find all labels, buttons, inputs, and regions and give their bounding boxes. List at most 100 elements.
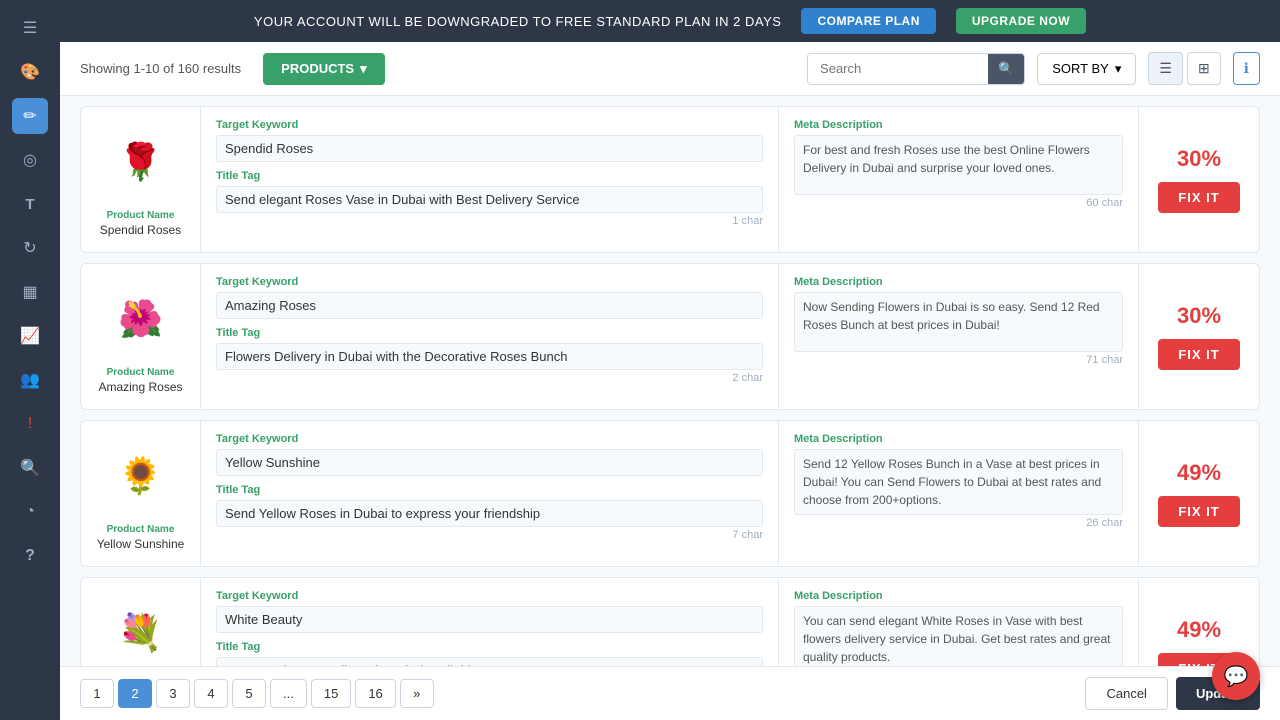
page-button[interactable]: 5 — [232, 679, 266, 708]
product-name-label: Product Name — [107, 524, 175, 535]
product-image-col: 🌻 Product Name Yellow Sunshine — [81, 421, 201, 566]
sidebar-item-chart[interactable]: 📈 — [12, 318, 48, 354]
title-char-count: 1 char — [216, 215, 763, 227]
product-score-col: 30% FIX IT — [1139, 107, 1259, 252]
sidebar: ☰ 🎨 ✏ ◎ T ↻ ▦ 📈 👥 ! 🔍 ◔ ? — [0, 0, 60, 720]
meta-desc-label: Meta Description — [794, 590, 1123, 602]
product-name-value: Amazing Roses — [98, 380, 182, 394]
table-row: 💐 Product Name White Beauty Target Keywo… — [80, 577, 1260, 666]
product-image-col: 🌺 Product Name Amazing Roses — [81, 264, 201, 409]
page-button[interactable]: ... — [270, 679, 307, 708]
page-button[interactable]: 1 — [80, 679, 114, 708]
page-button[interactable]: 4 — [194, 679, 228, 708]
sidebar-item-menu[interactable]: ☰ — [12, 10, 48, 46]
target-keyword-label: Target Keyword — [216, 433, 763, 445]
list-view-button[interactable]: ☰ — [1148, 52, 1183, 85]
meta-desc-label: Meta Description — [794, 433, 1123, 445]
sidebar-item-warning[interactable]: ! — [12, 406, 48, 442]
page-buttons: 12345...1516» — [80, 679, 434, 708]
products-dropdown-button[interactable]: PRODUCTS ▾ — [263, 53, 384, 85]
title-tag-label: Title Tag — [216, 327, 763, 339]
title-char-count: 7 char — [216, 529, 763, 541]
sidebar-item-text[interactable]: T — [12, 186, 48, 222]
cancel-button[interactable]: Cancel — [1085, 677, 1167, 710]
meta-desc-label: Meta Description — [794, 119, 1123, 131]
sidebar-item-help[interactable]: ? — [12, 538, 48, 574]
target-keyword-value: White Beauty — [216, 606, 763, 633]
title-tag-label: Title Tag — [216, 641, 763, 653]
page-button[interactable]: 15 — [311, 679, 351, 708]
product-keyword-title-col: Target Keyword Amazing Roses Title Tag F… — [201, 264, 779, 409]
product-name-label: Product Name — [107, 210, 175, 221]
search-input[interactable] — [808, 54, 988, 83]
product-image: 🌻 — [106, 436, 176, 516]
search-wrapper: 🔍 — [807, 53, 1025, 85]
sidebar-item-palette[interactable]: 🎨 — [12, 54, 48, 90]
product-name-value: Spendid Roses — [100, 223, 181, 237]
product-keyword-title-col: Target Keyword Yellow Sunshine Title Tag… — [201, 421, 779, 566]
target-keyword-value: Amazing Roses — [216, 292, 763, 319]
product-score-col: 30% FIX IT — [1139, 264, 1259, 409]
meta-desc-value: Send 12 Yellow Roses Bunch in a Vase at … — [794, 449, 1123, 515]
title-tag-label: Title Tag — [216, 170, 763, 182]
chat-bubble-button[interactable]: 💬 — [1212, 652, 1260, 700]
fix-it-button[interactable]: FIX IT — [1158, 339, 1239, 370]
score-percent: 49% — [1177, 617, 1221, 643]
product-meta-col: Meta Description Now Sending Flowers in … — [779, 264, 1139, 409]
target-keyword-label: Target Keyword — [216, 590, 763, 602]
sidebar-item-edit[interactable]: ✏ — [12, 98, 48, 134]
score-percent: 30% — [1177, 146, 1221, 172]
grid-view-button[interactable]: ⊞ — [1187, 52, 1221, 85]
upgrade-banner: YOUR ACCOUNT WILL BE DOWNGRADED TO FREE … — [60, 0, 1280, 42]
meta-desc-label: Meta Description — [794, 276, 1123, 288]
product-name-value: Yellow Sunshine — [97, 537, 185, 551]
product-image-col: 💐 Product Name White Beauty — [81, 578, 201, 666]
product-meta-col: Meta Description Send 12 Yellow Roses Bu… — [779, 421, 1139, 566]
upgrade-now-button[interactable]: UPGRADE NOW — [956, 8, 1086, 34]
meta-desc-value: For best and fresh Roses use the best On… — [794, 135, 1123, 195]
results-count: Showing 1-10 of 160 results — [80, 61, 241, 76]
search-button[interactable]: 🔍 — [988, 54, 1024, 84]
table-row: 🌻 Product Name Yellow Sunshine Target Ke… — [80, 420, 1260, 567]
products-list: 🌹 Product Name Spendid Roses Target Keyw… — [60, 96, 1280, 666]
main-content: YOUR ACCOUNT WILL BE DOWNGRADED TO FREE … — [60, 0, 1280, 720]
sidebar-item-pie[interactable]: ◔ — [12, 494, 48, 530]
page-button[interactable]: 16 — [355, 679, 395, 708]
sidebar-item-grid-report[interactable]: ▦ — [12, 274, 48, 310]
product-meta-col: Meta Description You can send elegant Wh… — [779, 578, 1139, 666]
score-percent: 30% — [1177, 303, 1221, 329]
target-keyword-label: Target Keyword — [216, 276, 763, 288]
sidebar-item-search[interactable]: 🔍 — [12, 450, 48, 486]
product-meta-col: Meta Description For best and fresh Rose… — [779, 107, 1139, 252]
fix-it-button[interactable]: FIX IT — [1158, 496, 1239, 527]
page-button[interactable]: » — [400, 679, 434, 708]
fix-it-button[interactable]: FIX IT — [1158, 182, 1239, 213]
title-tag-value: Express Flowers Delivery in Dubai availa… — [216, 657, 763, 666]
info-button[interactable]: ℹ — [1233, 52, 1260, 85]
sidebar-item-refresh[interactable]: ↻ — [12, 230, 48, 266]
banner-text: YOUR ACCOUNT WILL BE DOWNGRADED TO FREE … — [254, 14, 782, 29]
sort-chevron-icon: ▾ — [1115, 61, 1122, 77]
meta-char-count: 26 char — [794, 517, 1123, 529]
meta-desc-value: You can send elegant White Roses in Vase… — [794, 606, 1123, 666]
title-tag-label: Title Tag — [216, 484, 763, 496]
product-image: 🌺 — [106, 279, 176, 359]
product-keyword-title-col: Target Keyword Spendid Roses Title Tag S… — [201, 107, 779, 252]
page-button[interactable]: 3 — [156, 679, 190, 708]
toolbar: Showing 1-10 of 160 results PRODUCTS ▾ 🔍… — [60, 42, 1280, 96]
sidebar-item-circle[interactable]: ◎ — [12, 142, 48, 178]
product-image: 🌹 — [106, 122, 176, 202]
page-button[interactable]: 2 — [118, 679, 152, 708]
title-tag-value: Send Yellow Roses in Dubai to express yo… — [216, 500, 763, 527]
target-keyword-value: Spendid Roses — [216, 135, 763, 162]
chevron-down-icon: ▾ — [360, 61, 367, 77]
score-percent: 49% — [1177, 460, 1221, 486]
sidebar-item-users[interactable]: 👥 — [12, 362, 48, 398]
compare-plan-button[interactable]: COMPARE PLAN — [801, 8, 935, 34]
product-image: 💐 — [106, 593, 176, 666]
title-tag-value: Flowers Delivery in Dubai with the Decor… — [216, 343, 763, 370]
meta-desc-value: Now Sending Flowers in Dubai is so easy.… — [794, 292, 1123, 352]
table-row: 🌺 Product Name Amazing Roses Target Keyw… — [80, 263, 1260, 410]
meta-char-count: 71 char — [794, 354, 1123, 366]
sort-by-button[interactable]: SORT BY ▾ — [1037, 53, 1136, 85]
